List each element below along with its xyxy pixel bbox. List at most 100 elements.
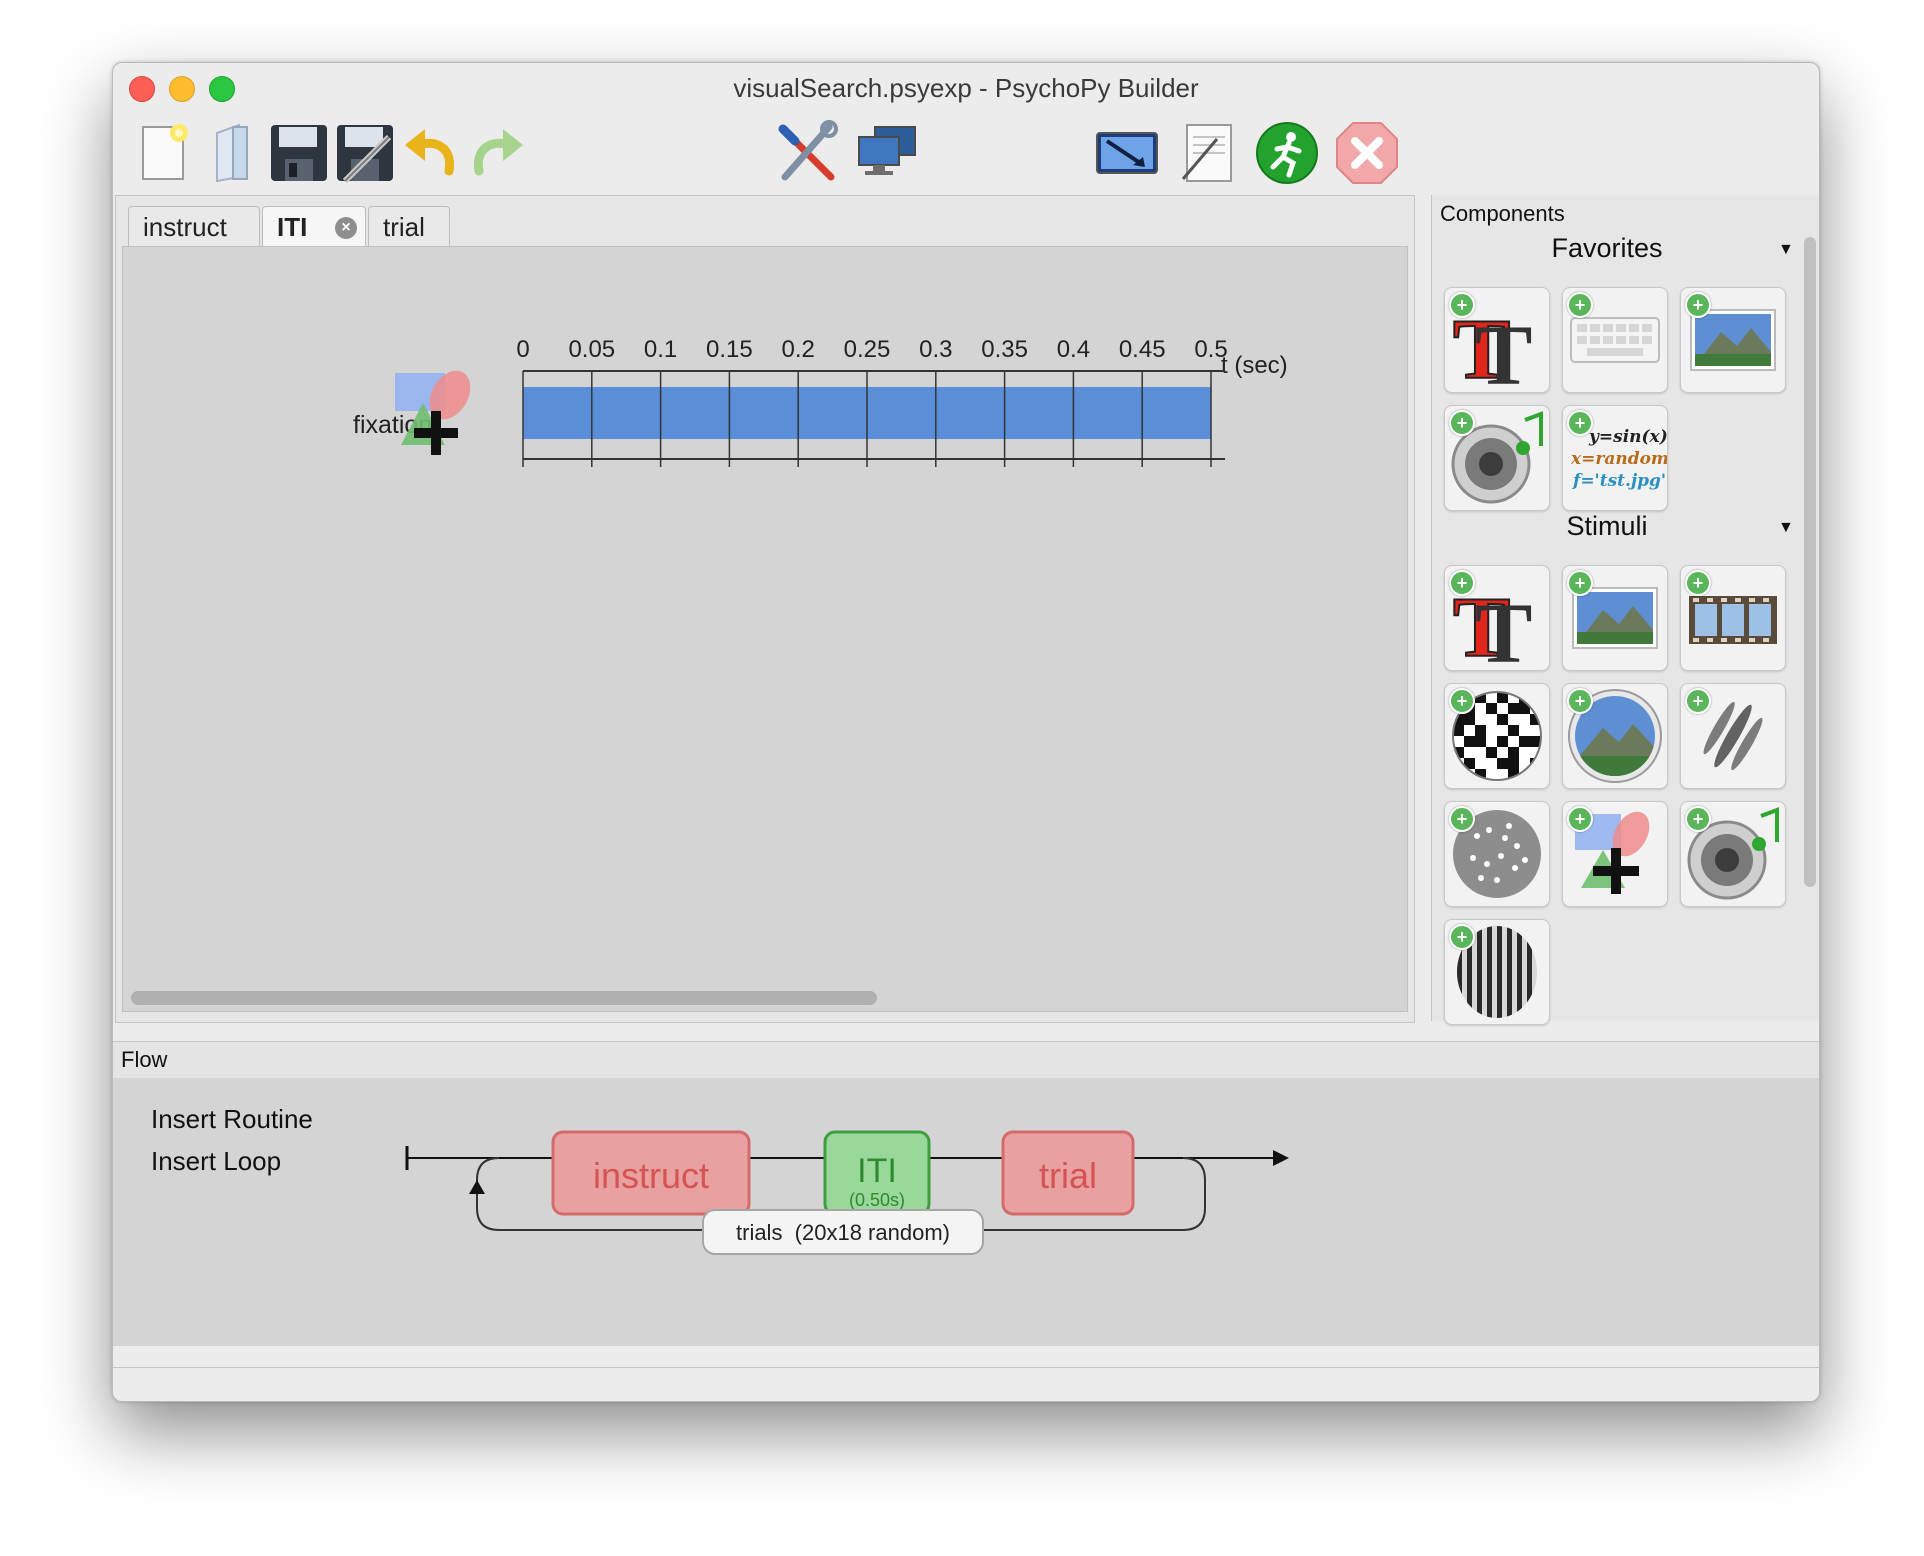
stimuli-grating-button[interactable]: +	[1680, 683, 1786, 789]
save-as-button[interactable]	[331, 119, 399, 187]
tab-label: ITI	[277, 212, 308, 242]
components-scrollbar[interactable]	[1804, 237, 1816, 887]
flow-panel: Flow Insert Routine Insert Loop instruct…	[113, 1041, 1819, 1346]
add-icon: +	[1449, 570, 1475, 596]
add-icon: +	[1449, 924, 1475, 950]
stimuli-envelope-grating-button[interactable]: +	[1444, 919, 1550, 1025]
compile-script-button[interactable]	[1173, 119, 1241, 187]
timeline-tick-label: 0	[516, 336, 529, 363]
open-folder-icon	[216, 123, 248, 183]
run-icon	[1256, 122, 1318, 184]
settings-screen-icon	[1096, 132, 1158, 174]
routine-panel: instruct ITI × trial 0 0.05 0.1 0.15 0.2 0.25…	[115, 195, 1415, 1023]
add-icon: +	[1685, 688, 1711, 714]
save-as-icon	[337, 125, 393, 184]
flow-routine-iti[interactable]: ITI (0.50s)	[823, 1130, 931, 1216]
monitor-center-button[interactable]	[853, 119, 921, 187]
add-icon: +	[1685, 292, 1711, 318]
stimuli-collapse-icon[interactable]: ▼	[1778, 519, 1794, 537]
timeline: 0 0.05 0.1 0.15 0.2 0.25 0.3 0.35 0.4 0.45 0.5 t (…	[353, 336, 1288, 467]
stimuli-movie-button[interactable]: +	[1680, 565, 1786, 671]
timeline-tick-label: 0.25	[844, 336, 891, 363]
stimuli-text-button[interactable]: T T +	[1444, 565, 1550, 671]
add-icon: +	[1449, 410, 1475, 436]
timeline-tick-label: 0.35	[981, 336, 1028, 363]
add-icon: +	[1567, 806, 1593, 832]
components-header: Components	[1440, 201, 1565, 226]
undo-icon	[405, 129, 455, 176]
routine-label: instruct	[593, 1155, 709, 1196]
new-file-button[interactable]	[133, 119, 201, 187]
routine-label: trial	[1039, 1155, 1097, 1196]
tab-trial[interactable]: trial	[368, 206, 450, 246]
tab-iti[interactable]: ITI ×	[262, 206, 366, 246]
stop-icon	[1336, 122, 1398, 184]
stimuli-aperture-button[interactable]: +	[1562, 683, 1668, 789]
stop-button[interactable]	[1333, 119, 1401, 187]
favorites-collapse-icon[interactable]: ▼	[1778, 241, 1794, 259]
stimuli-section-title[interactable]: Stimuli	[1432, 511, 1782, 542]
add-icon: +	[1449, 806, 1475, 832]
open-button[interactable]	[199, 119, 267, 187]
favorite-code-button[interactable]: y=sin(x) x=random( f='tst.jpg' +	[1562, 405, 1668, 511]
tab-instruct[interactable]: instruct	[128, 206, 260, 246]
run-button[interactable]	[1253, 119, 1321, 187]
add-icon: +	[1449, 688, 1475, 714]
status-bar	[113, 1367, 1819, 1401]
components-panel: Components Favorites ▼ T T + + + + y=sin…	[1431, 195, 1819, 1025]
experiment-settings-button[interactable]	[1093, 119, 1161, 187]
stimuli-dots-button[interactable]: +	[1444, 801, 1550, 907]
save-icon	[271, 125, 327, 181]
stimuli-polygon-button[interactable]: +	[1562, 801, 1668, 907]
timeline-tick-label: 0.3	[919, 336, 952, 363]
undo-button[interactable]	[397, 119, 465, 187]
stimuli-noise-button[interactable]: +	[1444, 683, 1550, 789]
favorites-section-title[interactable]: Favorites	[1432, 233, 1782, 264]
svg-text:x=random(: x=random(	[1570, 449, 1667, 469]
add-icon: +	[1567, 570, 1593, 596]
flow-end-arrow-icon	[1273, 1150, 1289, 1166]
time-axis-label: t (sec)	[1221, 352, 1288, 379]
add-icon: +	[1567, 292, 1593, 318]
routine-duration: (0.50s)	[849, 1190, 905, 1210]
save-button[interactable]	[265, 119, 333, 187]
builder-window: visualSearch.psyexp - PsychoPy Builder i…	[112, 62, 1820, 1402]
svg-text:T: T	[1475, 585, 1532, 670]
loop-label-trials[interactable]: trials (20x18 random)	[702, 1209, 984, 1255]
loop-arrow-icon	[469, 1180, 485, 1194]
timeline-tick-label: 0.4	[1057, 336, 1090, 363]
tick-labels: 0 0.05 0.1 0.15 0.2 0.25 0.3 0.35 0.4 0.45 0.5	[516, 336, 1227, 363]
svg-text:f='tst.jpg': f='tst.jpg'	[1572, 471, 1666, 491]
horizontal-scrollbar[interactable]	[131, 991, 877, 1005]
stimuli-image-button[interactable]: +	[1562, 565, 1668, 671]
tab-label: trial	[383, 212, 425, 242]
add-icon: +	[1685, 806, 1711, 832]
timeline-tick-label: 0.05	[568, 336, 615, 363]
tab-label: instruct	[143, 212, 227, 242]
add-icon: +	[1685, 570, 1711, 596]
flow-routine-trial[interactable]: trial	[1001, 1130, 1135, 1216]
flow-routine-instruct[interactable]: instruct	[551, 1130, 751, 1216]
redo-icon	[473, 129, 523, 176]
preferences-button[interactable]	[773, 119, 841, 187]
loop-label: trials (20x18 random)	[736, 1220, 950, 1245]
stimuli-sound-button[interactable]: +	[1680, 801, 1786, 907]
favorite-image-button[interactable]: +	[1680, 287, 1786, 393]
timeline-tick-label: 0.1	[644, 336, 677, 363]
redo-button[interactable]	[463, 119, 531, 187]
window-title: visualSearch.psyexp - PsychoPy Builder	[733, 73, 1199, 103]
add-icon: +	[1449, 292, 1475, 318]
favorite-text-button[interactable]: T T +	[1444, 287, 1550, 393]
routine-label: ITI	[857, 1152, 897, 1190]
polygon-component-icon[interactable]	[395, 363, 479, 455]
favorite-sound-button[interactable]: +	[1444, 405, 1550, 511]
add-icon: +	[1567, 410, 1593, 436]
timeline-tick-label: 0.2	[782, 336, 815, 363]
svg-text:y=sin(x): y=sin(x)	[1588, 427, 1667, 447]
routine-canvas: 0 0.05 0.1 0.15 0.2 0.25 0.3 0.35 0.4 0.45 0.5 t (…	[122, 246, 1408, 1012]
favorite-keyboard-button[interactable]: +	[1562, 287, 1668, 393]
close-tab-icon[interactable]: ×	[335, 217, 357, 239]
timeline-tick-label: 0.45	[1119, 336, 1166, 363]
title-bar: visualSearch.psyexp - PsychoPy Builder	[113, 63, 1819, 109]
timeline-tick-label: 0.15	[706, 336, 753, 363]
